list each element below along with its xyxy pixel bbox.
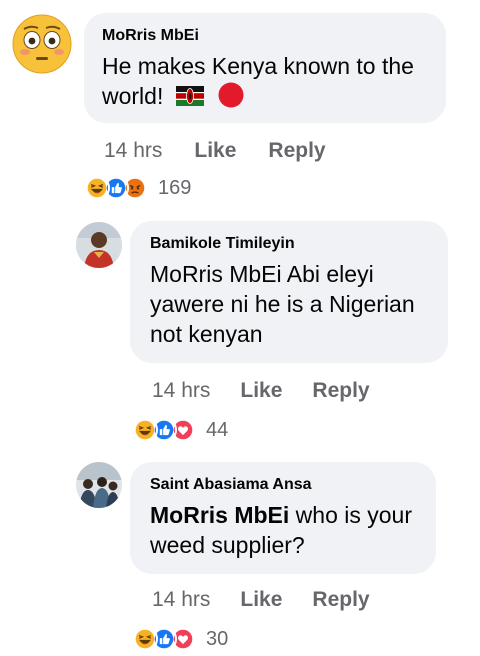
comment: Saint Abasiama Ansa MoRris MbEi who is y… [0,450,480,656]
like-button[interactable]: Like [240,588,282,612]
haha-icon [132,417,158,443]
comment-timestamp[interactable]: 14 hrs [104,139,162,163]
comment-text: MoRris MbEi Abi eleyi yawere ni he is a … [150,261,415,347]
avatar[interactable] [76,462,122,508]
comment-author[interactable]: MoRris MbEi [102,27,428,45]
avatar[interactable] [76,222,122,268]
comment-timestamp[interactable]: 14 hrs [152,379,210,403]
comment-actions: 14 hrs Like Reply [152,588,370,612]
reaction-count[interactable]: 44 [206,419,228,442]
kenya-flag-icon [175,86,204,106]
reaction-icons [132,626,196,652]
reaction-icons [132,417,196,443]
comment: MoRris MbEi He makes Kenya known to the … [0,0,480,210]
haha-icon [84,175,110,201]
comment-bubble: Bamikole Timileyin MoRris MbEi Abi eleyi… [130,221,448,363]
reaction-summary[interactable]: 169 [84,175,191,201]
comment-text: He makes Kenya known to the world! [102,51,428,111]
reply-button[interactable]: Reply [312,379,369,403]
comment-timestamp[interactable]: 14 hrs [152,588,210,612]
reaction-count[interactable]: 169 [158,177,191,200]
reaction-summary[interactable]: 30 [132,626,228,652]
comment-actions: 14 hrs Like Reply [104,139,326,163]
mention-link[interactable]: MoRris MbEi [150,502,289,528]
reaction-count[interactable]: 30 [206,628,228,651]
group-photo-avatar [76,462,122,508]
comment-author[interactable]: Bamikole Timileyin [150,235,428,253]
comment-text-body: He makes Kenya known to the world! [102,53,414,109]
comment: Bamikole Timileyin MoRris MbEi Abi eleyi… [0,210,480,450]
comment-author[interactable]: Saint Abasiama Ansa [150,476,416,494]
like-button[interactable]: Like [194,139,236,163]
comment-actions: 14 hrs Like Reply [152,379,370,403]
comment-text: MoRris MbEi who is your weed supplier? [150,500,416,560]
reaction-summary[interactable]: 44 [132,417,228,443]
avatar[interactable] [12,14,72,74]
flushed-emoji-icon [12,14,72,74]
user-photo-avatar [76,222,122,268]
comment-bubble: Saint Abasiama Ansa MoRris MbEi who is y… [130,462,436,574]
haha-icon [132,626,158,652]
reply-button[interactable]: Reply [312,588,369,612]
red-circle-icon [218,82,244,108]
comment-bubble: MoRris MbEi He makes Kenya known to the … [84,13,446,123]
like-button[interactable]: Like [240,379,282,403]
reaction-icons [84,175,148,201]
reply-button[interactable]: Reply [268,139,325,163]
